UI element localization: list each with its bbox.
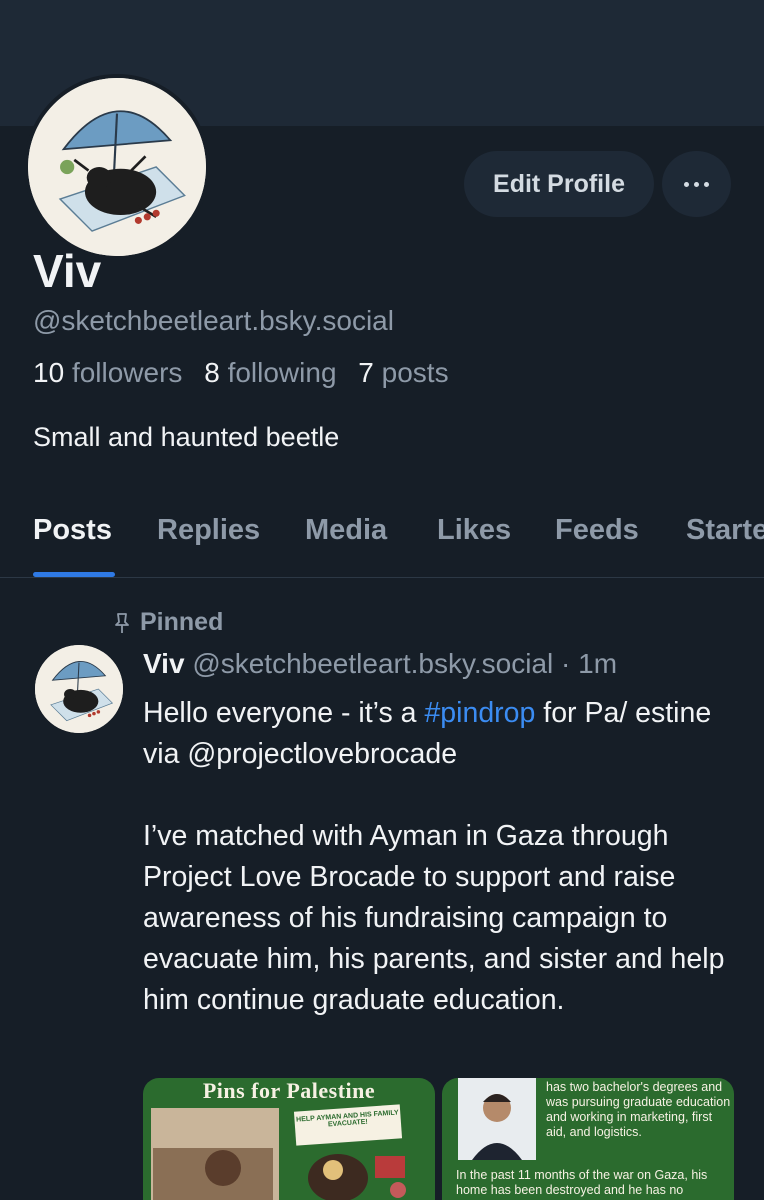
ellipsis-icon: [704, 181, 709, 187]
image-text-top: has two bachelor's degrees and was pursu…: [546, 1080, 731, 1139]
tab-feeds[interactable]: Feeds: [555, 514, 639, 547]
post-author-avatar[interactable]: [35, 645, 123, 733]
following-count: 8: [204, 357, 220, 388]
following-label: following: [227, 357, 337, 388]
post-header: Viv @sketchbeetleart.bsky.social · 1m: [143, 648, 617, 680]
pinned-indicator: Pinned: [112, 608, 223, 637]
post-text: Hello everyone - it’s a: [143, 697, 425, 729]
beetle-avatar-image: [28, 78, 206, 256]
post-timestamp[interactable]: 1m: [578, 648, 617, 679]
portrait-photo: [458, 1078, 536, 1160]
tab-replies[interactable]: Replies: [157, 514, 260, 547]
post-body: Hello everyone - it’s a #pindrop for Pa/…: [143, 693, 743, 1062]
image-text-bottom: In the past 11 months of the war on Gaza…: [456, 1168, 708, 1197]
tab-likes[interactable]: Likes: [437, 514, 511, 547]
tab-posts[interactable]: Posts: [33, 514, 112, 547]
hashtag-link[interactable]: #pindrop: [424, 697, 535, 729]
posts-stat: 7 posts: [358, 357, 448, 388]
pinned-label: Pinned: [140, 608, 224, 636]
following-stat[interactable]: 8 following: [204, 357, 336, 388]
active-tab-indicator: [33, 572, 115, 577]
edit-profile-button[interactable]: Edit Profile: [464, 151, 654, 217]
posts-count: 7: [358, 357, 374, 388]
followers-label: followers: [71, 357, 183, 388]
profile-bio: Small and haunted beetle: [33, 422, 340, 452]
portrait-image: [458, 1078, 536, 1160]
post-image-2[interactable]: has two bachelor's degrees and was pursu…: [442, 1078, 734, 1200]
post-author-name[interactable]: Viv: [143, 648, 185, 679]
tab-media[interactable]: Media: [305, 514, 387, 547]
image-illustration: [151, 1108, 406, 1200]
followers-stat[interactable]: 10 followers: [33, 357, 182, 388]
post-image-1[interactable]: Pins for Palestine HELP AYMAN AND HIS FA…: [143, 1078, 435, 1200]
post-separator: ·: [561, 648, 571, 679]
posts-label: posts: [381, 357, 449, 388]
post-author-handle[interactable]: @sketchbeetleart.bsky.social: [192, 648, 553, 679]
post-paragraph: I’ve matched with Ayman in Gaza through …: [143, 820, 725, 1016]
followers-count: 10: [33, 357, 65, 388]
profile-tabs: Posts Replies Media Likes Feeds Starte: [0, 500, 764, 578]
ellipsis-icon: [694, 181, 699, 187]
profile-avatar[interactable]: [24, 74, 210, 260]
profile-stats: 10 followers 8 following 7 posts: [33, 357, 463, 389]
profile-display-name: Viv: [33, 245, 102, 297]
more-options-button[interactable]: [662, 151, 731, 217]
ellipsis-icon: [684, 181, 689, 187]
beetle-avatar-image: [35, 645, 123, 733]
pin-icon: [115, 612, 129, 633]
post-paragraph: Hello everyone - it’s a #pindrop for Pa/…: [143, 693, 743, 775]
tab-starter-packs[interactable]: Starte: [686, 514, 764, 547]
profile-handle: @sketchbeetleart.bsky.social: [33, 305, 394, 336]
